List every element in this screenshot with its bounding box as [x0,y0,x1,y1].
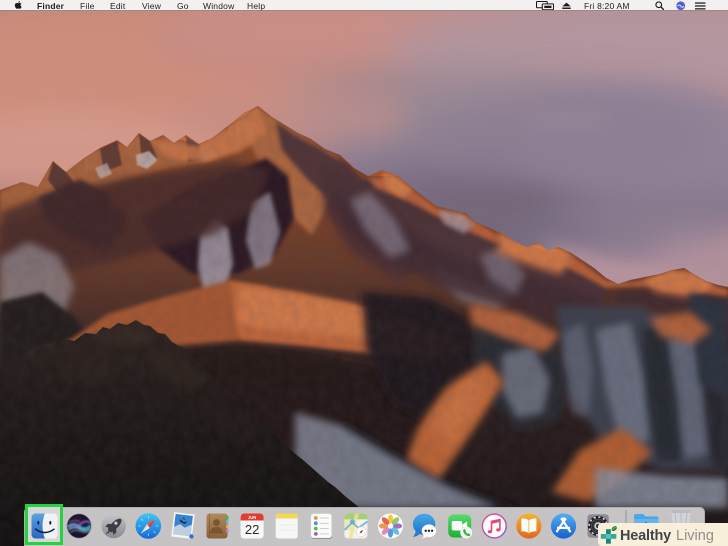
svg-text:JUN: JUN [248,515,256,520]
svg-text:22: 22 [245,522,259,537]
